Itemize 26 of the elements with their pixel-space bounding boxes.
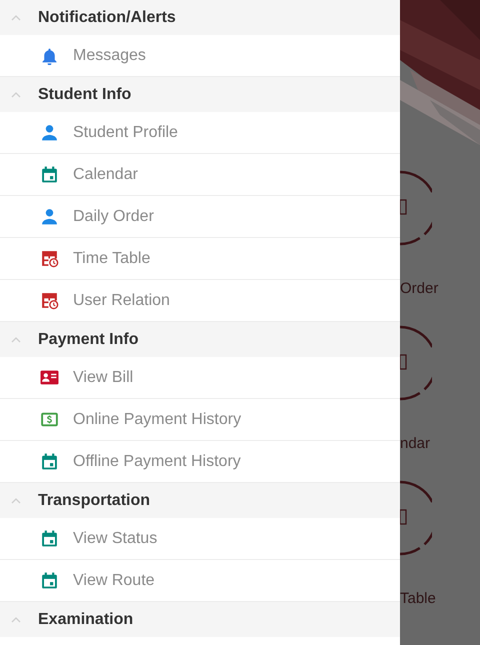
section-header[interactable]: Student Info [38, 86, 132, 104]
calendar-icon [40, 165, 59, 184]
id-card-icon [40, 368, 59, 387]
calendar-icon [40, 529, 59, 548]
section-header[interactable]: Transportation [38, 492, 150, 510]
menu-item[interactable]: Time Table [0, 238, 400, 280]
calendar-icon [40, 452, 59, 471]
menu-item[interactable]: View Bill [0, 357, 400, 399]
bell-icon [40, 46, 59, 65]
timetable-icon [40, 291, 59, 310]
calendar-icon [40, 571, 59, 590]
tile-label: Table [400, 590, 437, 607]
section-header[interactable]: Notification/Alerts [38, 8, 176, 26]
section-header[interactable]: Examination [38, 610, 134, 628]
tile-label: Order [400, 280, 440, 297]
timetable-icon [40, 249, 59, 268]
section-header[interactable]: Payment Info [38, 330, 138, 348]
menu-item[interactable]: Calendar [0, 154, 400, 196]
menu-item[interactable]: Student Profile [0, 112, 400, 154]
person-icon [40, 123, 59, 142]
tile-label: ndar [400, 435, 432, 452]
money-icon [40, 410, 59, 429]
menu-item[interactable]: Daily Order [0, 196, 400, 238]
menu-item[interactable]: Online Payment History [0, 399, 400, 441]
person-icon [40, 207, 59, 226]
menu-item[interactable]: View Status [0, 518, 400, 560]
